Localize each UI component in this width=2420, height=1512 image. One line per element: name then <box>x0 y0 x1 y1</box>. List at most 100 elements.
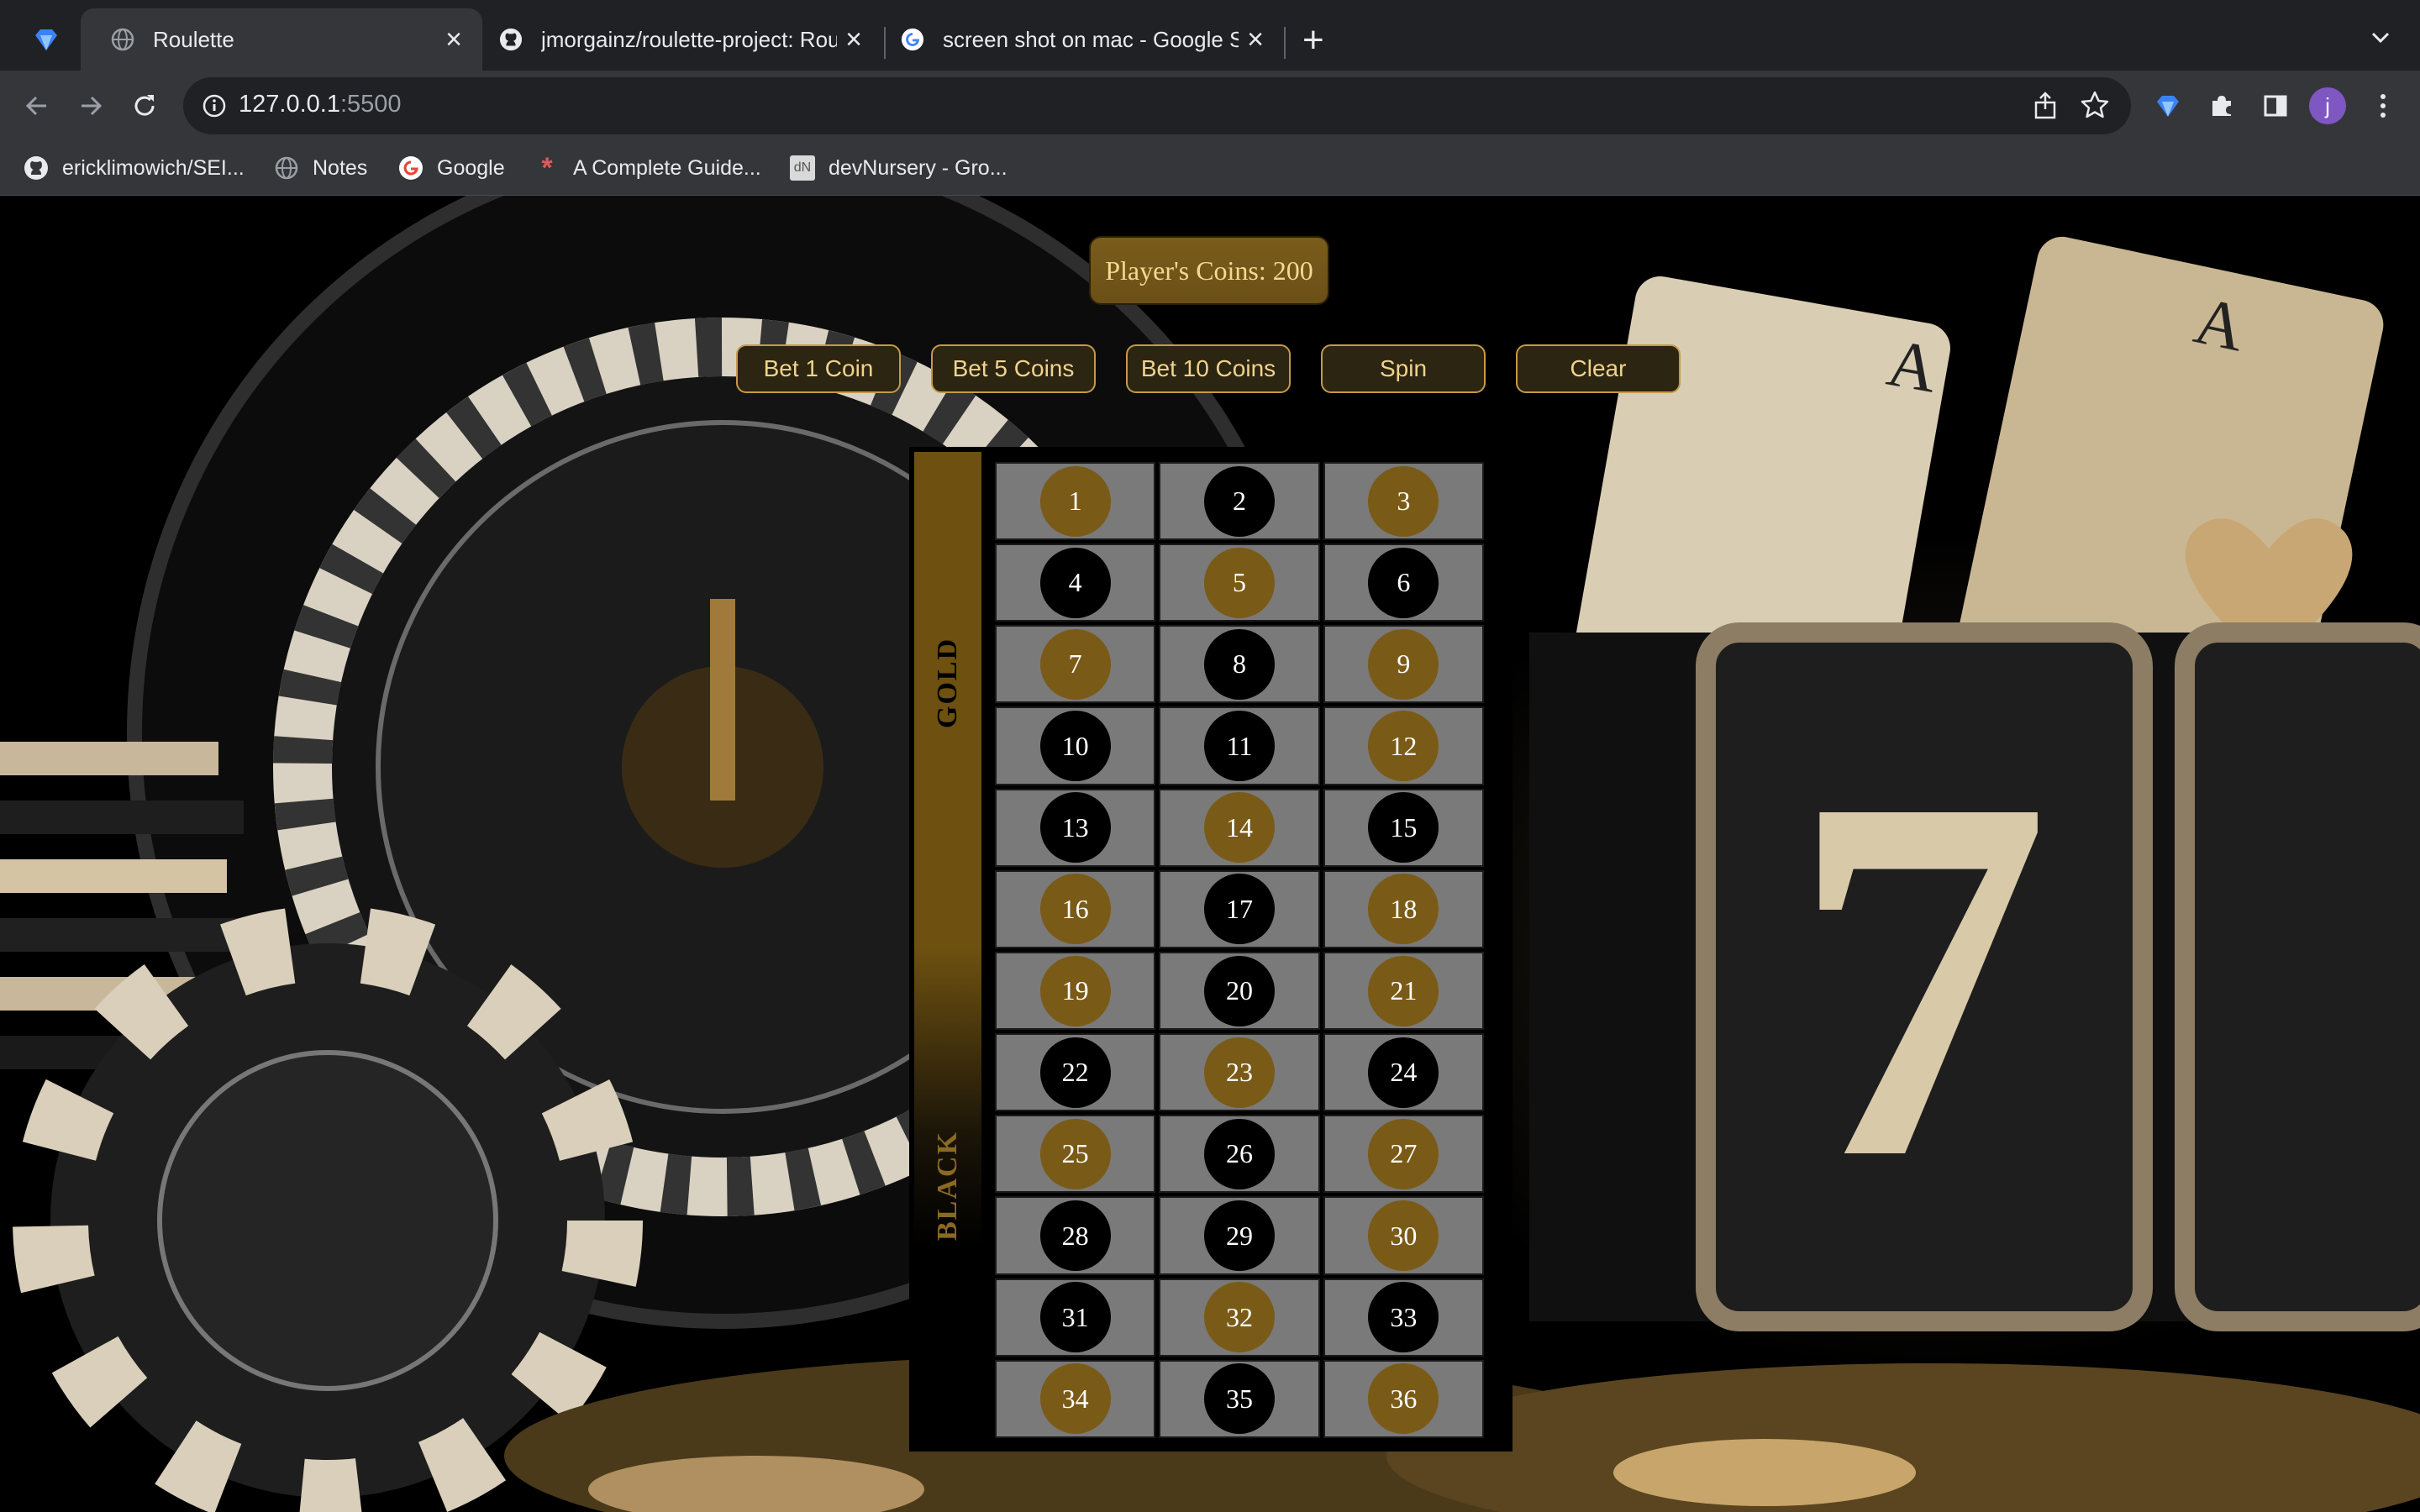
number-chip-gold: 32 <box>1203 1282 1275 1353</box>
number-cell[interactable]: 12 <box>1323 706 1484 785</box>
number-cell[interactable]: 22 <box>995 1033 1156 1112</box>
number-chip-gold: 18 <box>1368 874 1439 945</box>
number-cell[interactable]: 20 <box>1159 951 1320 1031</box>
number-cell[interactable]: 31 <box>995 1278 1156 1357</box>
bookmark-google[interactable]: Google <box>398 151 505 185</box>
bookmark-label: A Complete Guide... <box>573 155 761 180</box>
url-port: :5500 <box>339 91 402 118</box>
spin-button[interactable]: Spin <box>1321 344 1486 393</box>
number-cell[interactable]: 11 <box>1159 706 1320 785</box>
number-chip-black: 4 <box>1039 547 1111 618</box>
number-chip-black: 11 <box>1203 711 1275 782</box>
bookmark-notes[interactable]: Notes <box>274 151 367 185</box>
close-icon[interactable]: × <box>837 24 871 56</box>
share-icon[interactable] <box>2032 91 2059 125</box>
number-cell[interactable]: 27 <box>1323 1115 1484 1194</box>
bet-10-coins-button[interactable]: Bet 10 Coins <box>1126 344 1291 393</box>
number-cell[interactable]: 17 <box>1159 869 1320 948</box>
chevron-down-icon[interactable] <box>2368 25 2393 55</box>
info-icon[interactable] <box>202 93 227 123</box>
tab-strip: Roulette × jmorgainz/roulette-project: R… <box>0 0 2420 71</box>
number-cell[interactable]: 15 <box>1323 788 1484 867</box>
number-chip-gold: 21 <box>1368 955 1439 1026</box>
address-bar[interactable]: 127.0.0.1:5500 <box>183 77 2131 134</box>
bookmark-label: ericklimowich/SEI... <box>62 155 245 180</box>
bookmark-label: Google <box>437 155 505 180</box>
gem-extension-icon[interactable] <box>2148 86 2188 126</box>
bet-5-coins-button[interactable]: Bet 5 Coins <box>931 344 1096 393</box>
number-cell[interactable]: 24 <box>1323 1033 1484 1112</box>
forward-icon[interactable] <box>71 86 111 126</box>
number-cell[interactable]: 16 <box>995 869 1156 948</box>
player-coins-display: Player's Coins: 200 <box>1091 238 1328 303</box>
tab-google-search[interactable]: screen shot on mac - Google S × <box>886 8 1284 71</box>
number-cell[interactable]: 18 <box>1323 869 1484 948</box>
clear-button[interactable]: Clear <box>1516 344 1681 393</box>
number-grid: 1 2 3 4 5 6 7 8 9 10 11 12 13 14 15 16 17 18 19 20 21 22 23 24 2… <box>992 459 1487 1441</box>
number-cell[interactable]: 30 <box>1323 1196 1484 1275</box>
gold-bet-area[interactable]: GOLD <box>914 452 981 948</box>
number-cell[interactable]: 29 <box>1159 1196 1320 1275</box>
number-cell[interactable]: 1 <box>995 462 1156 541</box>
number-cell[interactable]: 35 <box>1159 1359 1320 1438</box>
number-chip-gold: 14 <box>1203 792 1275 864</box>
tab-github[interactable]: jmorgainz/roulette-project: Rou × <box>484 8 882 71</box>
number-cell[interactable]: 25 <box>995 1115 1156 1194</box>
number-chip-gold: 30 <box>1368 1200 1439 1272</box>
number-cell[interactable]: 3 <box>1323 462 1484 541</box>
bookmark-devnursery[interactable]: dN devNursery - Gro... <box>790 151 1007 185</box>
number-cell[interactable]: 36 <box>1323 1359 1484 1438</box>
gem-extension-icon[interactable] <box>34 27 59 56</box>
profile-avatar[interactable]: j <box>2309 87 2346 124</box>
number-cell[interactable]: 9 <box>1323 625 1484 704</box>
number-cell[interactable]: 4 <box>995 543 1156 622</box>
url-host: 127.0.0.1 <box>239 91 340 118</box>
number-chip-gold: 12 <box>1368 711 1439 782</box>
tab-title: screen shot on mac - Google S <box>943 26 1239 52</box>
number-chip-black: 28 <box>1039 1200 1111 1272</box>
number-cell[interactable]: 21 <box>1323 951 1484 1031</box>
number-cell[interactable]: 2 <box>1159 462 1320 541</box>
close-icon[interactable]: × <box>437 24 471 56</box>
number-chip-gold: 34 <box>1039 1363 1111 1435</box>
number-chip-black: 8 <box>1203 628 1275 700</box>
number-chip-black: 10 <box>1039 711 1111 782</box>
more-menu-icon[interactable] <box>2363 86 2403 126</box>
gold-label: GOLD <box>932 637 963 728</box>
number-cell[interactable]: 10 <box>995 706 1156 785</box>
bookmark-label: devNursery - Gro... <box>829 155 1007 180</box>
dn-icon: dN <box>790 155 815 181</box>
number-chip-black: 17 <box>1203 874 1275 945</box>
back-icon[interactable] <box>17 86 57 126</box>
bookmark-star-icon[interactable] <box>2079 89 2111 125</box>
tab-roulette[interactable]: Roulette × <box>81 8 482 71</box>
side-panel-icon[interactable] <box>2255 86 2296 126</box>
reload-icon[interactable] <box>124 86 165 126</box>
number-cell[interactable]: 6 <box>1323 543 1484 622</box>
bet-1-coin-button[interactable]: Bet 1 Coin <box>736 344 901 393</box>
number-cell[interactable]: 5 <box>1159 543 1320 622</box>
number-cell[interactable]: 14 <box>1159 788 1320 867</box>
number-cell[interactable]: 26 <box>1159 1115 1320 1194</box>
bookmark-complete-guide[interactable]: * A Complete Guide... <box>534 151 761 185</box>
number-chip-black: 20 <box>1203 955 1275 1026</box>
number-cell[interactable]: 23 <box>1159 1033 1320 1112</box>
number-cell[interactable]: 28 <box>995 1196 1156 1275</box>
bookmark-github[interactable]: ericklimowich/SEI... <box>24 151 245 185</box>
number-cell[interactable]: 34 <box>995 1359 1156 1438</box>
number-cell[interactable]: 13 <box>995 788 1156 867</box>
number-chip-gold: 36 <box>1368 1363 1439 1435</box>
number-cell[interactable]: 32 <box>1159 1278 1320 1357</box>
extensions-puzzle-icon[interactable] <box>2202 86 2242 126</box>
number-cell[interactable]: 8 <box>1159 625 1320 704</box>
number-cell[interactable]: 19 <box>995 951 1156 1031</box>
number-cell[interactable]: 7 <box>995 625 1156 704</box>
black-bet-area[interactable]: BLACK <box>914 948 981 1446</box>
github-icon <box>499 28 523 51</box>
new-tab-button[interactable]: + <box>1302 22 1324 59</box>
close-icon[interactable]: × <box>1239 24 1272 56</box>
github-icon <box>24 155 49 181</box>
number-cell[interactable]: 33 <box>1323 1278 1484 1357</box>
number-chip-black: 2 <box>1203 465 1275 537</box>
asterisk-icon: * <box>541 151 553 184</box>
